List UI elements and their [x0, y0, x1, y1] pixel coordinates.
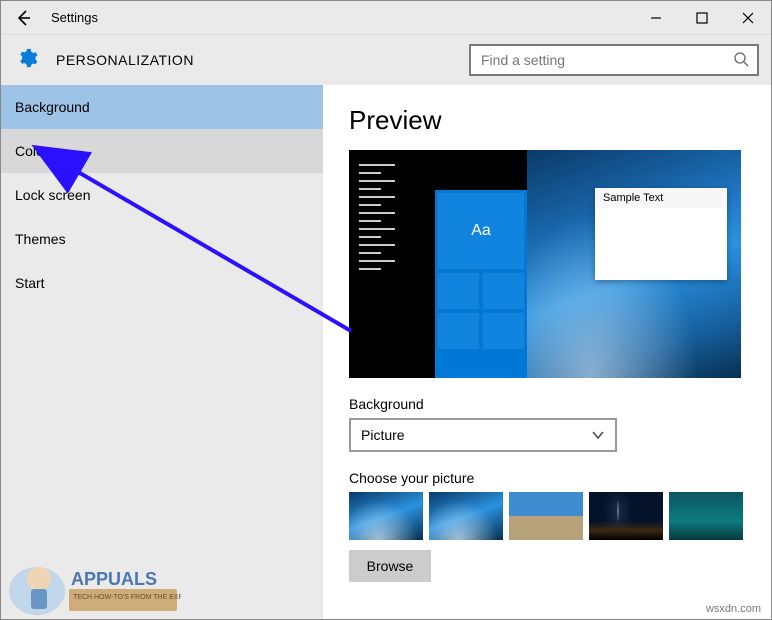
- preview-tile: [437, 272, 480, 310]
- minimize-button[interactable]: [633, 1, 679, 35]
- sidebar: Background Colors Lock screen Themes Sta…: [1, 85, 323, 619]
- maximize-icon: [696, 12, 708, 24]
- titlebar: Settings: [1, 1, 771, 35]
- preview-start-menu-list: [349, 150, 435, 378]
- sidebar-item-label: Lock screen: [15, 187, 90, 203]
- back-button[interactable]: [1, 1, 45, 35]
- preview-desktop: Sample Text: [527, 150, 741, 378]
- credit-text: wsxdn.com: [706, 603, 761, 615]
- preview-tiles: Aa: [435, 190, 527, 378]
- sidebar-item-label: Start: [15, 275, 45, 291]
- settings-window: Settings PERSONALIZATION Back: [0, 0, 772, 620]
- content: Preview Aa: [323, 85, 771, 619]
- close-button[interactable]: [725, 1, 771, 35]
- preview-tile-aa: Aa: [437, 192, 525, 270]
- arrow-left-icon: [14, 9, 32, 27]
- dropdown-value: Picture: [361, 427, 405, 443]
- preview-tile: [482, 312, 525, 350]
- preview-sample-window: Sample Text: [595, 188, 727, 280]
- background-dropdown[interactable]: Picture: [349, 418, 617, 452]
- search-input[interactable]: [479, 51, 733, 69]
- gear-icon: [16, 47, 38, 74]
- preview-tile: [482, 272, 525, 310]
- maximize-button[interactable]: [679, 1, 725, 35]
- picture-thumb[interactable]: [429, 492, 503, 540]
- picture-thumb[interactable]: [589, 492, 663, 540]
- sidebar-item-themes[interactable]: Themes: [1, 217, 323, 261]
- preview-heading: Preview: [349, 105, 745, 136]
- minimize-icon: [650, 12, 662, 24]
- picture-thumb[interactable]: [669, 492, 743, 540]
- sidebar-item-label: Background: [15, 99, 90, 115]
- sidebar-item-colors[interactable]: Colors: [1, 129, 323, 173]
- search-box[interactable]: [469, 44, 759, 76]
- body: Background Colors Lock screen Themes Sta…: [1, 85, 771, 619]
- sidebar-item-background[interactable]: Background: [1, 85, 323, 129]
- search-icon: [733, 51, 749, 70]
- window-title: Settings: [45, 10, 98, 25]
- preview-tile: [437, 312, 480, 350]
- picture-thumb[interactable]: [349, 492, 423, 540]
- sidebar-item-label: Colors: [15, 143, 55, 159]
- browse-label: Browse: [367, 558, 414, 574]
- sidebar-item-label: Themes: [15, 231, 66, 247]
- sidebar-item-lock-screen[interactable]: Lock screen: [1, 173, 323, 217]
- browse-button[interactable]: Browse: [349, 550, 431, 582]
- preview-image: Aa Sample Text: [349, 150, 741, 378]
- picture-thumb[interactable]: [509, 492, 583, 540]
- background-label: Background: [349, 396, 745, 412]
- page-title: PERSONALIZATION: [56, 52, 194, 68]
- close-icon: [742, 12, 754, 24]
- choose-picture-label: Choose your picture: [349, 470, 745, 486]
- chevron-down-icon: [591, 428, 605, 442]
- header: PERSONALIZATION: [1, 35, 771, 85]
- window-controls: [633, 1, 771, 35]
- picture-thumbnails: [349, 492, 745, 540]
- sidebar-item-start[interactable]: Start: [1, 261, 323, 305]
- sample-text-label: Sample Text: [595, 188, 727, 208]
